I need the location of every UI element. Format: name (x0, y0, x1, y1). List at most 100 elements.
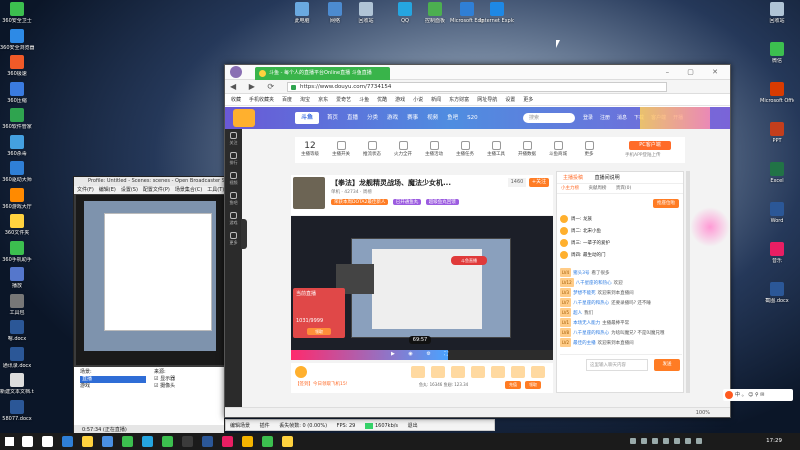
gift-icon[interactable] (491, 366, 505, 378)
obs-edit-scene[interactable]: 编辑场景 (230, 423, 250, 429)
desktop-icon[interactable]: 工具包 (0, 293, 34, 316)
recharge-button[interactable]: 充值 (505, 381, 521, 389)
folder-icon[interactable] (282, 436, 293, 447)
word-icon[interactable] (202, 436, 213, 447)
qq-icon[interactable] (142, 436, 153, 447)
desktop-icon[interactable]: 360安全卫士 (0, 2, 34, 24)
gift-icon[interactable] (451, 366, 465, 378)
obs-window[interactable]: Profile: Untitled - Scenes: scenes - Ope… (73, 176, 247, 436)
desktop-icon[interactable]: 截图.docx (760, 282, 794, 304)
tool-item[interactable]: 开播数据 (512, 141, 542, 157)
chrome-icon[interactable] (242, 436, 253, 447)
nav-item[interactable]: 首页 (327, 115, 338, 121)
browser-tab[interactable]: 斗鱼 - 每个人的直播平台Online直播 斗鱼直播 (255, 67, 390, 80)
chat-username[interactable]: 八千星座的和热心 (573, 331, 609, 336)
rank-row[interactable]: 周三: 一辈子的爱护 (560, 238, 682, 250)
music-icon[interactable] (222, 436, 233, 447)
sidebar-item-more[interactable]: 更多 (225, 229, 242, 249)
bookmark-item[interactable]: 东方财富 (449, 97, 469, 103)
nav-item[interactable]: 直播 (347, 115, 358, 121)
tray-icon[interactable] (630, 438, 636, 444)
desktop-icon[interactable]: 新建文本文档.txt (0, 373, 34, 395)
bookmark-item[interactable]: 爱奇艺 (336, 97, 351, 103)
tray-icon[interactable] (674, 438, 680, 444)
obs-menu-item[interactable]: 文件(F) (77, 187, 94, 193)
douyu-search-input[interactable]: 搜索 (523, 113, 575, 123)
bookmark-item[interactable]: 手机收藏夹 (249, 97, 274, 103)
obs-menu-item[interactable]: 场景集合(C) (175, 187, 202, 193)
chat-username[interactable]: 八千星座的和热心 (573, 301, 609, 306)
sidebar-item-video[interactable]: 视频 (225, 169, 242, 189)
follow-button[interactable]: +关注 (529, 178, 549, 187)
desktop-icon[interactable]: 音乐 (760, 242, 794, 264)
taskbar-clock[interactable]: 17:29 (766, 433, 782, 450)
desktop-icon[interactable]: 控制面板 (418, 2, 452, 24)
scene-item[interactable]: 直播 (80, 376, 146, 383)
source-item[interactable]: ☑ 显示器 (154, 376, 220, 383)
chat-input[interactable]: 这里输入聊天内容 (586, 359, 648, 371)
desktop-icon[interactable]: QQ (388, 2, 422, 24)
window-controls[interactable]: – ▢ ✕ (666, 68, 726, 76)
user-avatar-icon[interactable] (295, 366, 307, 378)
obs-icon[interactable] (182, 436, 193, 447)
tool-item[interactable]: 斗鱼商城 (543, 141, 573, 157)
tray-icon[interactable] (641, 438, 647, 444)
start-button-icon[interactable] (5, 437, 14, 446)
tool-item[interactable]: 更多 (574, 141, 604, 157)
desktop-icon[interactable]: 播放 (0, 267, 34, 289)
video-controls[interactable]: ▶ ◉ ⚙ ⛶ (391, 351, 454, 357)
chat-username[interactable]: 本场无人能力 (573, 321, 600, 326)
source-item[interactable]: ☑ 摄像头 (154, 383, 220, 390)
chat-subtab[interactable]: 小主力榜 (561, 186, 579, 191)
gift-icon[interactable] (411, 366, 425, 378)
chat-tab[interactable]: 直播间说明 (595, 175, 620, 181)
video-player[interactable]: 斗鱼直播 当前直播 1031/9999 领取 69:57 ▶ ◉ ⚙ ⛶ (291, 216, 553, 360)
obs-menu-item[interactable]: 工具(T) (207, 187, 224, 193)
room-category[interactable]: 单机 (331, 190, 340, 195)
obs-exit-button[interactable]: 退出 (408, 423, 418, 429)
send-button[interactable]: 发送 (654, 359, 680, 371)
tool-item[interactable]: 推流状态 (357, 141, 387, 157)
nav-item[interactable]: S20 (467, 115, 478, 121)
tool-item[interactable]: 主播任务 (450, 141, 480, 157)
browser-window[interactable]: 斗鱼 - 每个人的直播平台Online直播 斗鱼直播 – ▢ ✕ ◀ ▶ ⟳ ⌂… (224, 64, 731, 418)
pc-client-button[interactable]: PC客户端 (629, 141, 671, 150)
360-browser-icon[interactable] (122, 436, 133, 447)
desktop-icon[interactable]: Excel (760, 162, 794, 184)
chat-subtab[interactable]: 贵宾(0) (616, 186, 631, 191)
desktop-icon[interactable]: 360杀毒 (0, 134, 34, 157)
desktop-icon[interactable]: PPT (760, 122, 794, 144)
desktop-icon[interactable]: 360驱动大师 (0, 161, 34, 183)
desktop-icon[interactable]: 360游戏大厅 (0, 187, 34, 210)
gift-icon[interactable] (511, 366, 525, 378)
obs-menu-item[interactable]: 编辑(E) (99, 187, 116, 193)
nav-item[interactable]: 赛事 (407, 115, 418, 121)
nav-item[interactable]: 鱼吧 (447, 115, 458, 121)
bookmark-item[interactable]: 更多 (523, 97, 533, 103)
edge-icon[interactable] (62, 436, 73, 447)
desktop-icon[interactable]: 360压缩 (0, 81, 34, 104)
desktop-icon[interactable]: Microsoft Office (760, 82, 794, 104)
sidebar-item-fish[interactable]: 鱼吧 (225, 189, 242, 209)
chat-username[interactable]: 最佳的主播 (573, 341, 596, 346)
gift-icon[interactable] (531, 366, 545, 378)
browser-user-avatar[interactable] (230, 66, 242, 78)
grab-seat-button[interactable]: 抢座位啦 (653, 199, 679, 208)
wechat-icon[interactable] (162, 436, 173, 447)
desktop-icon[interactable]: 360软件管家 (0, 108, 34, 130)
obs-menu-item[interactable]: 设置(S) (121, 187, 138, 193)
task-view-icon[interactable] (42, 436, 53, 447)
bookmark-item[interactable]: 收藏 (231, 97, 241, 103)
bookmark-item[interactable]: 新闻 (431, 97, 441, 103)
streamer-avatar[interactable] (293, 177, 325, 209)
chat-username[interactable]: 梦想不能死 (573, 291, 596, 296)
desktop-icon[interactable]: 360文件夹 (0, 214, 34, 236)
tool-item[interactable]: 主播工具 (481, 141, 511, 157)
tray-icon[interactable] (696, 438, 702, 444)
desktop-icon[interactable]: 360手机助手 (0, 240, 34, 263)
tool-item[interactable]: 主播活动 (419, 141, 449, 157)
live-card[interactable]: 当前直播 1031/9999 领取 (293, 288, 345, 338)
header-action[interactable]: 登录 (583, 115, 593, 121)
360-icon[interactable] (262, 436, 273, 447)
gift-icon[interactable] (431, 366, 445, 378)
